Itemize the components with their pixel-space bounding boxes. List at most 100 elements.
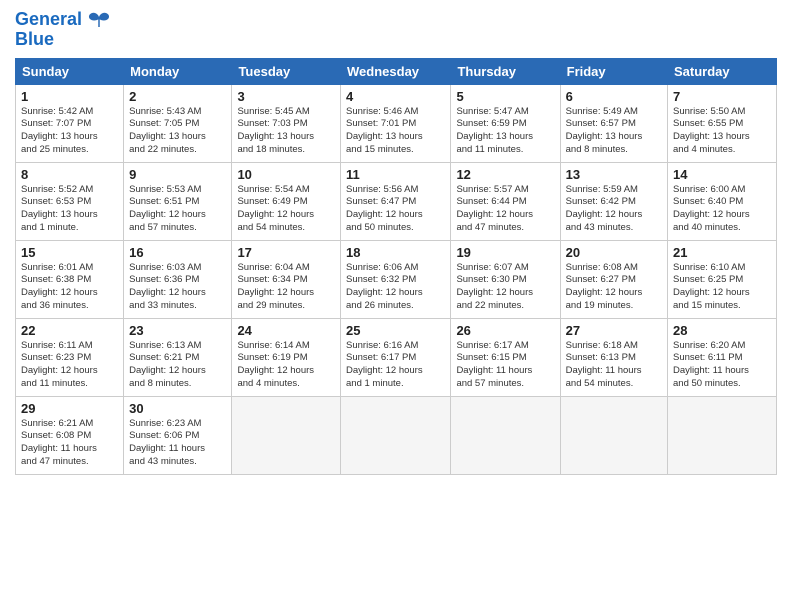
day-info: Sunrise: 5:54 AM Sunset: 6:49 PM Dayligh…: [237, 184, 335, 235]
calendar-cell: [232, 396, 341, 474]
day-info: Sunrise: 6:00 AM Sunset: 6:40 PM Dayligh…: [673, 184, 771, 235]
weekday-header-row: Sunday Monday Tuesday Wednesday Thursday…: [16, 58, 777, 84]
header-wednesday: Wednesday: [341, 58, 451, 84]
week-row-2: 8 Sunrise: 5:52 AM Sunset: 6:53 PM Daylig…: [16, 162, 777, 240]
calendar-cell: 28 Sunrise: 6:20 AM Sunset: 6:11 PM Dayli…: [668, 318, 777, 396]
day-number: 26: [456, 323, 554, 338]
day-number: 15: [21, 245, 118, 260]
week-row-4: 22 Sunrise: 6:11 AM Sunset: 6:23 PM Dayli…: [16, 318, 777, 396]
calendar-cell: [451, 396, 560, 474]
logo-text: General Blue: [15, 9, 111, 49]
week-row-5: 29 Sunrise: 6:21 AM Sunset: 6:08 PM Dayli…: [16, 396, 777, 474]
calendar-cell: [668, 396, 777, 474]
calendar-cell: 3 Sunrise: 5:45 AM Sunset: 7:03 PM Daylig…: [232, 84, 341, 162]
calendar-cell: 6Sunrise: 5:49 AM Sunset: 6:57 PM Daylig…: [560, 84, 667, 162]
calendar-cell: 15 Sunrise: 6:01 AM Sunset: 6:38 PM Dayli…: [16, 240, 124, 318]
day-info: Sunrise: 6:03 AM Sunset: 6:36 PM Dayligh…: [129, 262, 226, 313]
day-info: Sunrise: 5:57 AM Sunset: 6:44 PM Dayligh…: [456, 184, 554, 235]
calendar-cell: 12 Sunrise: 5:57 AM Sunset: 6:44 PM Dayli…: [451, 162, 560, 240]
day-info: Sunrise: 6:23 AM Sunset: 6:06 PM Dayligh…: [129, 418, 226, 469]
calendar-cell: 8 Sunrise: 5:52 AM Sunset: 6:53 PM Daylig…: [16, 162, 124, 240]
day-number: 20: [566, 245, 662, 260]
day-info: Sunrise: 6:17 AM Sunset: 6:15 PM Dayligh…: [456, 340, 554, 391]
day-info: Sunrise: 5:42 AM Sunset: 7:07 PM Dayligh…: [21, 106, 118, 157]
calendar-cell: 29 Sunrise: 6:21 AM Sunset: 6:08 PM Dayli…: [16, 396, 124, 474]
day-number: 24: [237, 323, 335, 338]
day-number: 23: [129, 323, 226, 338]
calendar-cell: 4 Sunrise: 5:46 AM Sunset: 7:01 PM Daylig…: [341, 84, 451, 162]
day-info: Sunrise: 6:18 AM Sunset: 6:13 PM Dayligh…: [566, 340, 662, 391]
calendar-container: General Blue Sunday: [0, 0, 792, 612]
calendar-cell: 21 Sunrise: 6:10 AM Sunset: 6:25 PM Dayli…: [668, 240, 777, 318]
day-info: Sunrise: 6:07 AM Sunset: 6:30 PM Dayligh…: [456, 262, 554, 313]
day-info: Sunrise: 6:21 AM Sunset: 6:08 PM Dayligh…: [21, 418, 118, 469]
day-number: 5: [456, 89, 554, 104]
day-number: 12: [456, 167, 554, 182]
header-sunday: Sunday: [16, 58, 124, 84]
day-number: 21: [673, 245, 771, 260]
day-number: 11: [346, 167, 445, 182]
calendar-cell: 25 Sunrise: 6:16 AM Sunset: 6:17 PM Dayli…: [341, 318, 451, 396]
header-tuesday: Tuesday: [232, 58, 341, 84]
day-info: Sunrise: 5:45 AM Sunset: 7:03 PM Dayligh…: [237, 106, 335, 157]
calendar-cell: 1 Sunrise: 5:42 AM Sunset: 7:07 PM Daylig…: [16, 84, 124, 162]
calendar-cell: 5 Sunrise: 5:47 AM Sunset: 6:59 PM Daylig…: [451, 84, 560, 162]
calendar-cell: 20 Sunrise: 6:08 AM Sunset: 6:27 PM Dayli…: [560, 240, 667, 318]
calendar-cell: 27Sunrise: 6:18 AM Sunset: 6:13 PM Dayli…: [560, 318, 667, 396]
calendar-cell: 2Sunrise: 5:43 AM Sunset: 7:05 PM Daylig…: [124, 84, 232, 162]
day-info: Sunrise: 5:47 AM Sunset: 6:59 PM Dayligh…: [456, 106, 554, 157]
calendar-cell: 18 Sunrise: 6:06 AM Sunset: 6:32 PM Dayli…: [341, 240, 451, 318]
calendar-cell: 7 Sunrise: 5:50 AM Sunset: 6:55 PM Daylig…: [668, 84, 777, 162]
calendar-cell: 10 Sunrise: 5:54 AM Sunset: 6:49 PM Dayli…: [232, 162, 341, 240]
day-info: Sunrise: 5:59 AM Sunset: 6:42 PM Dayligh…: [566, 184, 662, 235]
calendar-cell: 11 Sunrise: 5:56 AM Sunset: 6:47 PM Dayli…: [341, 162, 451, 240]
day-info: Sunrise: 6:01 AM Sunset: 6:38 PM Dayligh…: [21, 262, 118, 313]
day-info: Sunrise: 6:16 AM Sunset: 6:17 PM Dayligh…: [346, 340, 445, 391]
day-number: 10: [237, 167, 335, 182]
day-number: 8: [21, 167, 118, 182]
calendar-table: Sunday Monday Tuesday Wednesday Thursday…: [15, 58, 777, 475]
day-number: 2: [129, 89, 226, 104]
day-number: 7: [673, 89, 771, 104]
day-info: Sunrise: 6:20 AM Sunset: 6:11 PM Dayligh…: [673, 340, 771, 391]
day-info: Sunrise: 5:46 AM Sunset: 7:01 PM Dayligh…: [346, 106, 445, 157]
day-number: 16: [129, 245, 226, 260]
day-info: Sunrise: 6:06 AM Sunset: 6:32 PM Dayligh…: [346, 262, 445, 313]
day-number: 1: [21, 89, 118, 104]
day-number: 9: [129, 167, 226, 182]
day-number: 30: [129, 401, 226, 416]
day-info: Sunrise: 5:52 AM Sunset: 6:53 PM Dayligh…: [21, 184, 118, 235]
day-number: 22: [21, 323, 118, 338]
day-number: 28: [673, 323, 771, 338]
week-row-3: 15 Sunrise: 6:01 AM Sunset: 6:38 PM Dayli…: [16, 240, 777, 318]
day-info: Sunrise: 5:49 AM Sunset: 6:57 PM Dayligh…: [566, 106, 662, 157]
day-number: 13: [566, 167, 662, 182]
day-info: Sunrise: 6:10 AM Sunset: 6:25 PM Dayligh…: [673, 262, 771, 313]
day-number: 17: [237, 245, 335, 260]
calendar-cell: 9Sunrise: 5:53 AM Sunset: 6:51 PM Daylig…: [124, 162, 232, 240]
day-number: 19: [456, 245, 554, 260]
calendar-cell: 23Sunrise: 6:13 AM Sunset: 6:21 PM Dayli…: [124, 318, 232, 396]
header-thursday: Thursday: [451, 58, 560, 84]
day-info: Sunrise: 6:08 AM Sunset: 6:27 PM Dayligh…: [566, 262, 662, 313]
calendar-cell: 19 Sunrise: 6:07 AM Sunset: 6:30 PM Dayli…: [451, 240, 560, 318]
day-info: Sunrise: 5:56 AM Sunset: 6:47 PM Dayligh…: [346, 184, 445, 235]
day-number: 29: [21, 401, 118, 416]
header-saturday: Saturday: [668, 58, 777, 84]
calendar-cell: 16 Sunrise: 6:03 AM Sunset: 6:36 PM Dayli…: [124, 240, 232, 318]
day-info: Sunrise: 6:14 AM Sunset: 6:19 PM Dayligh…: [237, 340, 335, 391]
day-number: 14: [673, 167, 771, 182]
day-number: 18: [346, 245, 445, 260]
calendar-cell: 30 Sunrise: 6:23 AM Sunset: 6:06 PM Dayli…: [124, 396, 232, 474]
logo: General Blue: [15, 10, 111, 50]
day-info: Sunrise: 5:50 AM Sunset: 6:55 PM Dayligh…: [673, 106, 771, 157]
header-monday: Monday: [124, 58, 232, 84]
day-number: 4: [346, 89, 445, 104]
calendar-cell: [341, 396, 451, 474]
day-number: 3: [237, 89, 335, 104]
day-number: 25: [346, 323, 445, 338]
day-info: Sunrise: 6:11 AM Sunset: 6:23 PM Dayligh…: [21, 340, 118, 391]
calendar-cell: 14 Sunrise: 6:00 AM Sunset: 6:40 PM Dayli…: [668, 162, 777, 240]
logo-bird-icon: [88, 11, 110, 29]
calendar-cell: [560, 396, 667, 474]
